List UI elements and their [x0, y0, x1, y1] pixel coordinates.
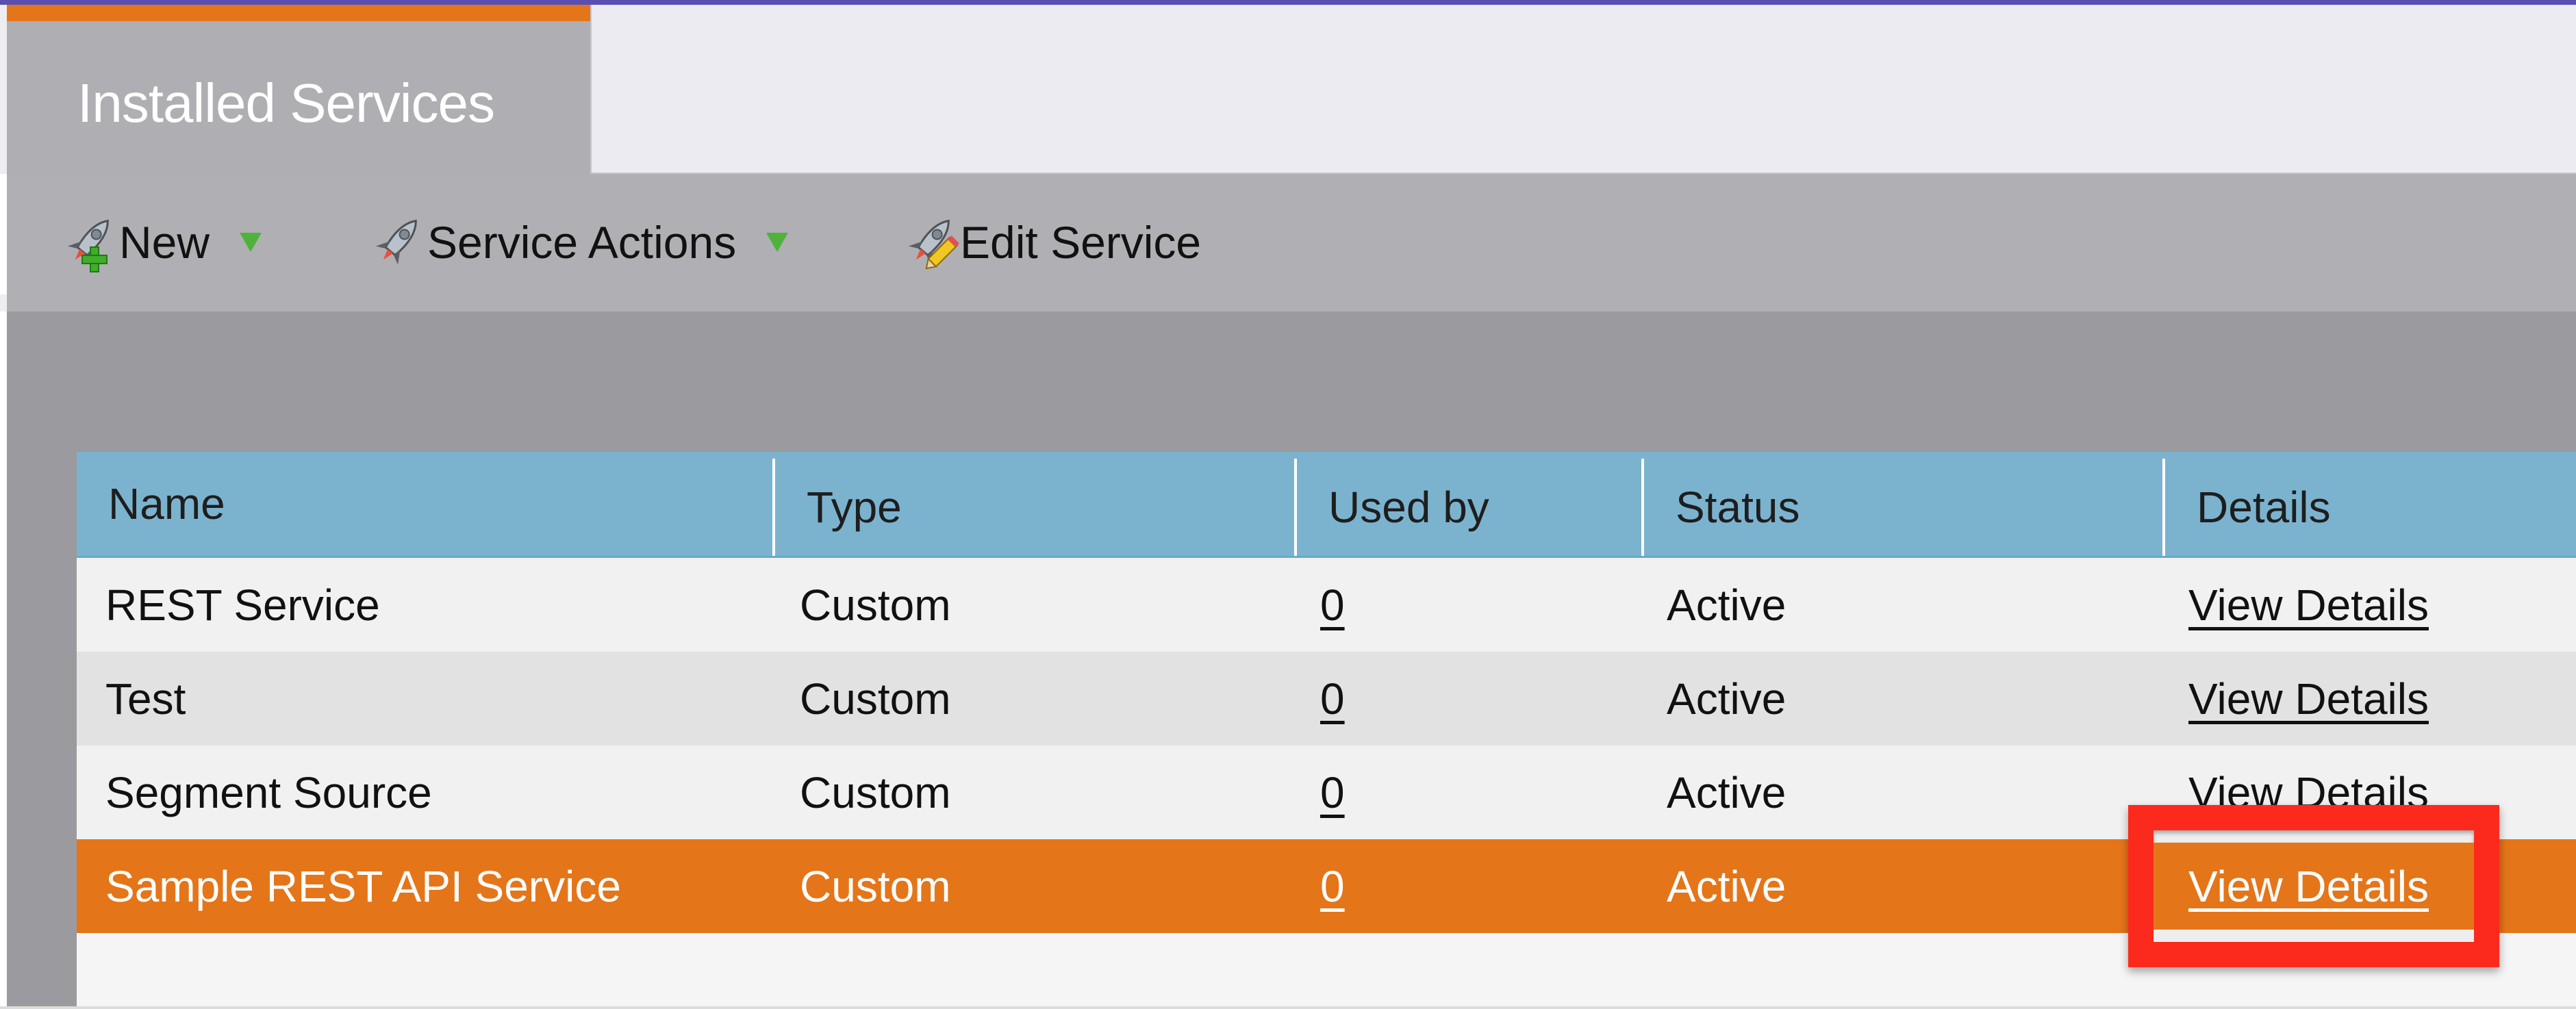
- cell-name: Test: [105, 674, 186, 724]
- cell-type: Custom: [800, 674, 951, 724]
- edit-service-label: Edit Service: [960, 217, 1202, 268]
- tab-bar-empty-area: [590, 5, 2576, 174]
- cell-type: Custom: [800, 580, 951, 630]
- rocket-add-icon: [60, 212, 119, 273]
- cell-name: Sample REST API Service: [105, 861, 621, 911]
- service-actions-label: Service Actions: [427, 217, 737, 268]
- chevron-down-icon[interactable]: [240, 233, 262, 252]
- edit-service-button[interactable]: Edit Service: [901, 212, 1201, 273]
- new-button-label: New: [119, 217, 210, 268]
- new-button[interactable]: New: [60, 212, 262, 273]
- rocket-icon: [368, 212, 427, 273]
- cell-status: Active: [1667, 674, 1786, 724]
- bottom-border: [0, 1006, 2576, 1009]
- cell-status: Active: [1667, 861, 1786, 911]
- used-by-link[interactable]: 0: [1320, 767, 1345, 818]
- rocket-edit-icon: [901, 212, 960, 273]
- column-header-type[interactable]: Type: [772, 459, 1294, 556]
- cell-type: Custom: [800, 767, 951, 817]
- table-header: Name Type Used by Status Details: [77, 452, 2576, 558]
- table-row[interactable]: Test Custom 0 Active View Details: [77, 652, 2576, 745]
- cell-status: Active: [1667, 580, 1786, 630]
- cell-type: Custom: [800, 861, 951, 911]
- used-by-link[interactable]: 0: [1320, 674, 1345, 724]
- column-header-details[interactable]: Details: [2162, 459, 2576, 556]
- used-by-link[interactable]: 0: [1320, 861, 1345, 912]
- chevron-down-icon[interactable]: [766, 233, 789, 252]
- column-header-name[interactable]: Name: [77, 452, 772, 556]
- toolbar: New Service Actions Edit Service: [0, 174, 2576, 311]
- cell-name: REST Service: [105, 580, 380, 630]
- cell-status: Active: [1667, 767, 1786, 817]
- tab-title: Installed Services: [77, 73, 495, 133]
- service-actions-button[interactable]: Service Actions: [368, 212, 789, 273]
- view-details-link[interactable]: View Details: [2188, 580, 2429, 630]
- column-header-status[interactable]: Status: [1641, 459, 2162, 556]
- column-header-used-by[interactable]: Used by: [1294, 459, 1641, 556]
- annotation-highlight-box: [2128, 805, 2499, 967]
- cell-name: Segment Source: [105, 767, 432, 817]
- tab-installed-services[interactable]: Installed Services: [7, 5, 590, 174]
- table-row[interactable]: REST Service Custom 0 Active View Detail…: [77, 558, 2576, 652]
- view-details-link[interactable]: View Details: [2188, 674, 2429, 724]
- window-top-border: [0, 0, 2576, 5]
- active-tab-indicator: [7, 5, 590, 21]
- used-by-link[interactable]: 0: [1320, 580, 1345, 630]
